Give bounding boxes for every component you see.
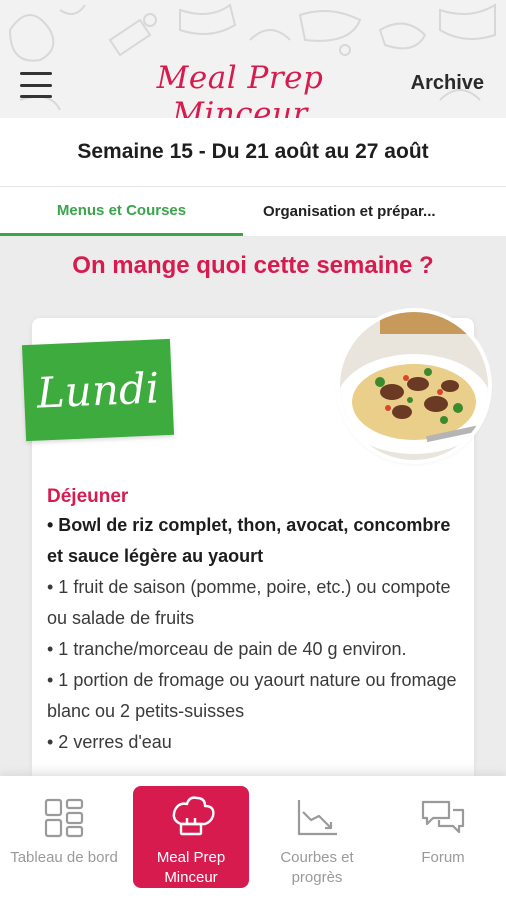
nav-label: Meal Prep Minceur	[156, 849, 226, 886]
dish-photo	[340, 312, 488, 460]
nav-label: Forum	[421, 849, 465, 866]
nav-tableau-de-bord[interactable]: Tableau de bord	[6, 786, 122, 888]
nav-label: Tableau de bord	[10, 849, 118, 866]
meal-main-item: • Bowl de riz complet, thon, avocat, con…	[47, 515, 451, 566]
week-title: Semaine 15 - Du 21 août au 27 août	[0, 118, 506, 186]
nav-meal-prep[interactable]: Meal Prep Minceur	[133, 786, 249, 888]
tab-bar: Menus et Courses Organisation et prépar.…	[0, 186, 506, 236]
nav-courbes-progres[interactable]: Courbes et progrès	[259, 786, 375, 888]
meal-item: • 2 verres d'eau	[47, 732, 172, 752]
app-header: Meal Prep Minceur Archive	[0, 0, 506, 118]
nav-forum[interactable]: Forum	[385, 786, 501, 888]
section-title: On mange quoi cette semaine ?	[72, 252, 434, 279]
chef-hat-icon	[172, 796, 215, 836]
dashboard-icon	[44, 798, 84, 838]
meal-title: Déjeuner	[47, 486, 129, 507]
archive-button[interactable]: Archive	[411, 72, 484, 95]
app-title: Meal Prep Minceur	[156, 60, 324, 118]
meal-item: • 1 fruit de saison (pomme, poire, etc.)…	[47, 577, 451, 628]
day-label: Lundi	[35, 362, 161, 418]
day-badge: Lundi	[21, 338, 175, 442]
menu-icon[interactable]	[20, 72, 52, 98]
chart-icon	[297, 800, 337, 836]
meal-item: • 1 tranche/morceau de pain de 40 g envi…	[47, 639, 407, 659]
tab-organisation[interactable]: Organisation et prépar...	[243, 187, 506, 236]
meal-item: • 1 portion de fromage ou yaourt nature …	[47, 670, 457, 721]
dish-illustration	[340, 312, 488, 460]
nav-label: Courbes et progrès	[280, 849, 354, 886]
bottom-navigation: Tableau de bord Meal Prep Minceur Courbe…	[0, 776, 506, 900]
chat-icon	[421, 800, 465, 834]
meal-content: Déjeuner • Bowl de riz complet, thon, av…	[47, 484, 467, 758]
tab-menus-courses[interactable]: Menus et Courses	[0, 187, 243, 236]
